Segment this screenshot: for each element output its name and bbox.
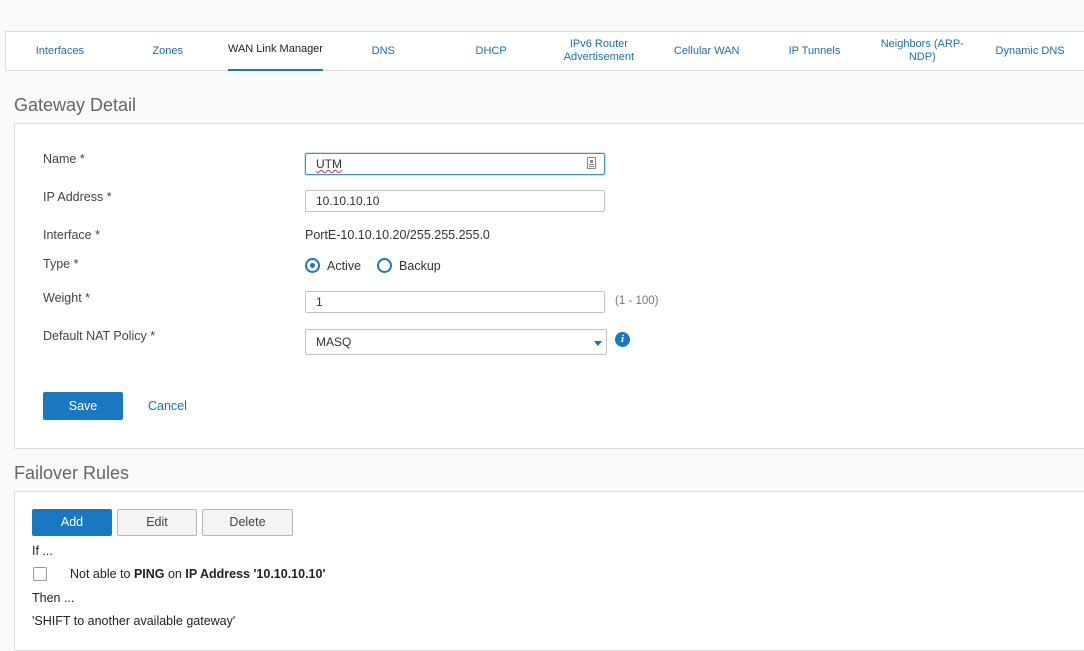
tab-label: DNS: [371, 44, 395, 57]
tab-ipv6-router-advertisement[interactable]: IPv6 Router Advertisement: [545, 32, 653, 70]
tab-ip-tunnels[interactable]: IP Tunnels: [761, 32, 869, 70]
failover-rules-panel: Add Edit Delete If ... Not able to PING …: [14, 491, 1084, 651]
delete-button[interactable]: Delete: [202, 509, 293, 536]
tab-bar: Interfaces Zones WAN Link Manager DNS DH…: [5, 31, 1084, 71]
rule-text: Not able to PING on IP Address '10.10.10…: [70, 567, 325, 581]
ip-address-input[interactable]: 10.10.10.10: [305, 190, 605, 212]
tab-label: IPv6 Router Advertisement: [563, 38, 635, 63]
rule-method: PING: [133, 567, 165, 581]
rule-target: IP Address '10.10.10.10': [185, 567, 326, 581]
type-radio-group: Active Backup: [305, 258, 441, 273]
rule-checkbox[interactable]: [33, 567, 47, 581]
gateway-detail-title: Gateway Detail: [14, 95, 137, 115]
type-backup-radio[interactable]: [377, 258, 393, 273]
tab-wan-link-manager[interactable]: WAN Link Manager: [222, 32, 330, 71]
gateway-detail-panel: Name * UTM IP Address * 10.10.10.10 Inte…: [14, 123, 1084, 449]
tab-neighbors[interactable]: Neighbors (ARP-NDP): [868, 32, 976, 70]
tab-label: DHCP: [475, 44, 507, 57]
tab-zones[interactable]: Zones: [114, 32, 222, 70]
cancel-link[interactable]: Cancel: [148, 399, 187, 413]
type-backup-label[interactable]: Backup: [399, 259, 441, 273]
interface-label: Interface *: [43, 228, 100, 242]
if-label: If ...: [32, 544, 53, 558]
tab-interfaces[interactable]: Interfaces: [6, 32, 114, 70]
weight-label: Weight *: [43, 291, 91, 305]
name-input[interactable]: UTM: [305, 153, 605, 175]
weight-range-hint: (1 - 100): [615, 295, 659, 307]
tab-cellular-wan[interactable]: Cellular WAN: [653, 32, 761, 70]
add-button[interactable]: Add: [32, 509, 112, 536]
keyboard-icon[interactable]: [587, 157, 596, 169]
tab-dynamic-dns[interactable]: Dynamic DNS: [976, 32, 1084, 70]
nat-policy-value: MASQ: [316, 335, 352, 349]
type-active-label[interactable]: Active: [327, 259, 361, 273]
tab-label: IP Tunnels: [788, 44, 841, 57]
info-icon[interactable]: i: [615, 332, 630, 347]
tab-label: WAN Link Manager: [228, 42, 323, 55]
rule-prefix: Not able to: [70, 567, 134, 581]
tab-label: Interfaces: [35, 44, 85, 57]
name-value: UTM: [316, 157, 342, 171]
ip-address-label: IP Address *: [43, 190, 112, 204]
type-label: Type *: [43, 257, 79, 271]
tab-dhcp[interactable]: DHCP: [437, 32, 545, 70]
edit-button[interactable]: Edit: [117, 509, 197, 536]
tab-label: Neighbors (ARP-NDP): [880, 38, 964, 63]
name-label: Name *: [43, 152, 85, 166]
interface-value: PortE-10.10.10.20/255.255.255.0: [305, 228, 490, 242]
then-label: Then ...: [32, 591, 75, 605]
tab-dns[interactable]: DNS: [329, 32, 437, 70]
weight-value: 1: [316, 295, 323, 309]
chevron-down-icon: [594, 341, 602, 346]
tab-label: Dynamic DNS: [995, 44, 1065, 57]
failover-rules-title: Failover Rules: [14, 463, 130, 483]
nat-policy-label: Default NAT Policy *: [43, 329, 156, 343]
ip-address-value: 10.10.10.10: [316, 194, 380, 208]
save-button[interactable]: Save: [43, 392, 123, 420]
rule-action: 'SHIFT to another available gateway': [32, 614, 236, 628]
rule-middle: on: [164, 567, 186, 581]
weight-input[interactable]: 1: [305, 291, 605, 313]
type-active-radio[interactable]: [305, 258, 320, 273]
tab-label: Cellular WAN: [673, 44, 740, 57]
nat-policy-select[interactable]: MASQ: [305, 329, 607, 355]
tab-label: Zones: [152, 44, 183, 57]
